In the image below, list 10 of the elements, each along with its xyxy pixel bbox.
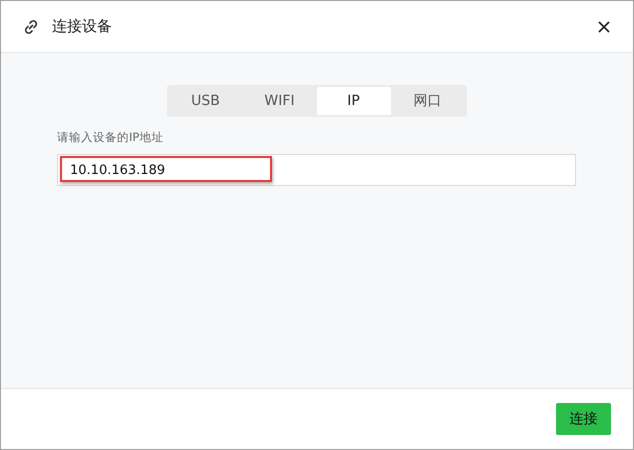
field-label: 请输入设备的IP地址 <box>57 130 164 145</box>
tab[interactable]: IP <box>316 87 390 115</box>
tab[interactable]: 网口 <box>390 87 464 115</box>
ip-input-field[interactable]: 10.10.163.189 <box>57 154 576 186</box>
window-title: 连接设备 <box>52 17 113 36</box>
close-button[interactable] <box>597 20 611 34</box>
tab[interactable]: WIFI <box>242 87 316 115</box>
link-icon <box>22 18 40 36</box>
tab[interactable]: USB <box>168 87 242 115</box>
connect-button[interactable]: 连接 <box>556 403 611 435</box>
